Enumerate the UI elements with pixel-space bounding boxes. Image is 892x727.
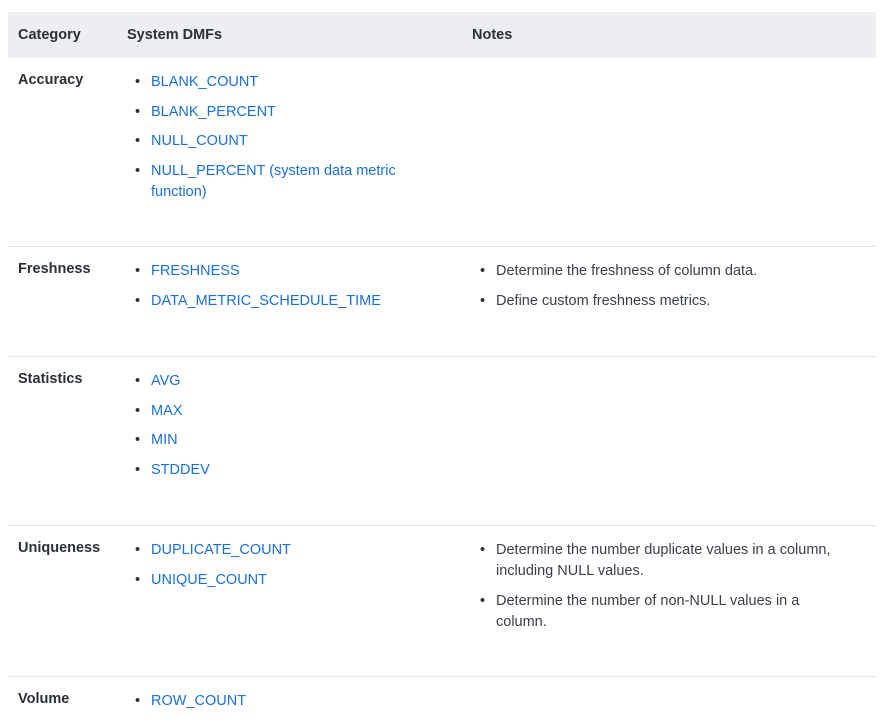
list-item: • STDDEV — [135, 461, 210, 478]
dmf-link[interactable]: NULL_PERCENT (system data metric functio… — [151, 163, 396, 200]
dmf-link[interactable]: AVG — [151, 373, 181, 389]
notes-cell: • Determine the number duplicate values i… — [462, 526, 876, 641]
dmf-link[interactable]: MAX — [151, 403, 182, 419]
list-item: • MAX — [135, 402, 183, 419]
header-notes: Notes — [472, 27, 513, 43]
dmf-link[interactable]: UNIQUE_COUNT — [151, 572, 267, 588]
note-text: Determine the number duplicate values in… — [496, 542, 831, 579]
dmf-link[interactable]: ROW_COUNT — [151, 693, 246, 709]
notes-cell — [462, 677, 876, 691]
dmf-cell: • AVG • MAX • MIN • STDDEV — [117, 357, 462, 489]
list-item: • DUPLICATE_COUNT — [135, 542, 291, 558]
list-item: • MIN — [135, 432, 178, 448]
dmf-link[interactable]: BLANK_PERCENT — [151, 104, 276, 120]
list-item: • Determine the freshness of column data. — [480, 263, 758, 279]
dmf-list: • AVG • MAX • MIN • STDDEV — [127, 371, 417, 481]
note-text: Determine the freshness of column data. — [496, 263, 758, 279]
dmf-link[interactable]: FRESHNESS — [151, 263, 240, 279]
notes-list: • Determine the freshness of column data.… — [472, 261, 832, 312]
table-row: Accuracy • BLANK_COUNT • BLANK_PERCENT • NU… — [8, 58, 876, 247]
dmf-list: • FRESHNESS • DATA_METRIC_SCHEDULE_TIME — [127, 261, 417, 312]
list-item: • ROW_COUNT — [135, 693, 247, 709]
dmf-link[interactable]: DUPLICATE_COUNT — [151, 542, 291, 558]
list-item: • NULL_PERCENT (system data metric functi… — [135, 162, 396, 200]
dmf-list: • DUPLICATE_COUNT • UNIQUE_COUNT — [127, 540, 417, 591]
table-row: Freshness • FRESHNESS • DATA_METRIC_SCHEDU… — [8, 247, 876, 357]
header-category: Category — [18, 27, 81, 43]
notes-list: • Determine the number duplicate values i… — [472, 540, 832, 633]
table-row: Volume • ROW_COUNT — [8, 677, 876, 727]
category-cell: Uniqueness — [18, 540, 101, 556]
table-header: Category System DMFs Notes — [8, 12, 876, 58]
dmf-link[interactable]: DATA_METRIC_SCHEDULE_TIME — [151, 293, 381, 309]
table-row: Statistics • AVG • MAX • MIN • STDDEV — [8, 357, 876, 526]
list-item: • Define custom freshness metrics. — [480, 292, 711, 309]
list-item: • NULL_COUNT — [135, 133, 248, 149]
category-cell: Accuracy — [18, 72, 84, 88]
list-item: • DATA_METRIC_SCHEDULE_TIME — [135, 292, 381, 309]
dmf-cell: • FRESHNESS • DATA_METRIC_SCHEDULE_TIME — [117, 247, 462, 320]
category-cell: Statistics — [18, 371, 83, 387]
list-item: • Determine the number of non-NULL values… — [480, 592, 800, 630]
notes-cell — [462, 58, 876, 72]
dmf-cell: • DUPLICATE_COUNT • UNIQUE_COUNT — [117, 526, 462, 599]
list-item: • BLANK_PERCENT — [135, 103, 276, 120]
dmf-list: • ROW_COUNT — [127, 691, 417, 712]
list-item: • UNIQUE_COUNT — [135, 571, 268, 588]
dmf-cell: • BLANK_COUNT • BLANK_PERCENT • NULL_COUNT … — [117, 58, 462, 211]
category-cell: Volume — [18, 691, 70, 707]
list-item: • Determine the number duplicate values i… — [480, 542, 831, 579]
list-item: • FRESHNESS — [135, 263, 240, 279]
notes-cell: • Determine the freshness of column data.… — [462, 247, 876, 320]
header-system-dmfs: System DMFs — [127, 27, 223, 43]
dmf-cell: • ROW_COUNT — [117, 677, 462, 721]
category-cell: Freshness — [18, 261, 91, 277]
dmf-link[interactable]: MIN — [151, 432, 178, 448]
list-item: • BLANK_COUNT — [135, 74, 259, 90]
dmf-list: • BLANK_COUNT • BLANK_PERCENT • NULL_COUNT … — [127, 72, 417, 203]
dmf-link[interactable]: STDDEV — [151, 462, 210, 478]
table-row: Uniqueness • DUPLICATE_COUNT • UNIQUE_COUN… — [8, 526, 876, 677]
dmf-link[interactable]: NULL_COUNT — [151, 133, 248, 149]
dmf-link[interactable]: BLANK_COUNT — [151, 74, 258, 90]
note-text: Define custom freshness metrics. — [496, 292, 711, 309]
list-item: • AVG — [135, 373, 181, 389]
notes-cell — [462, 357, 876, 371]
note-text: Determine the number of non-NULL values … — [496, 592, 800, 630]
dmf-table: Category System DMFs Notes Accuracy • BLA… — [8, 12, 876, 727]
